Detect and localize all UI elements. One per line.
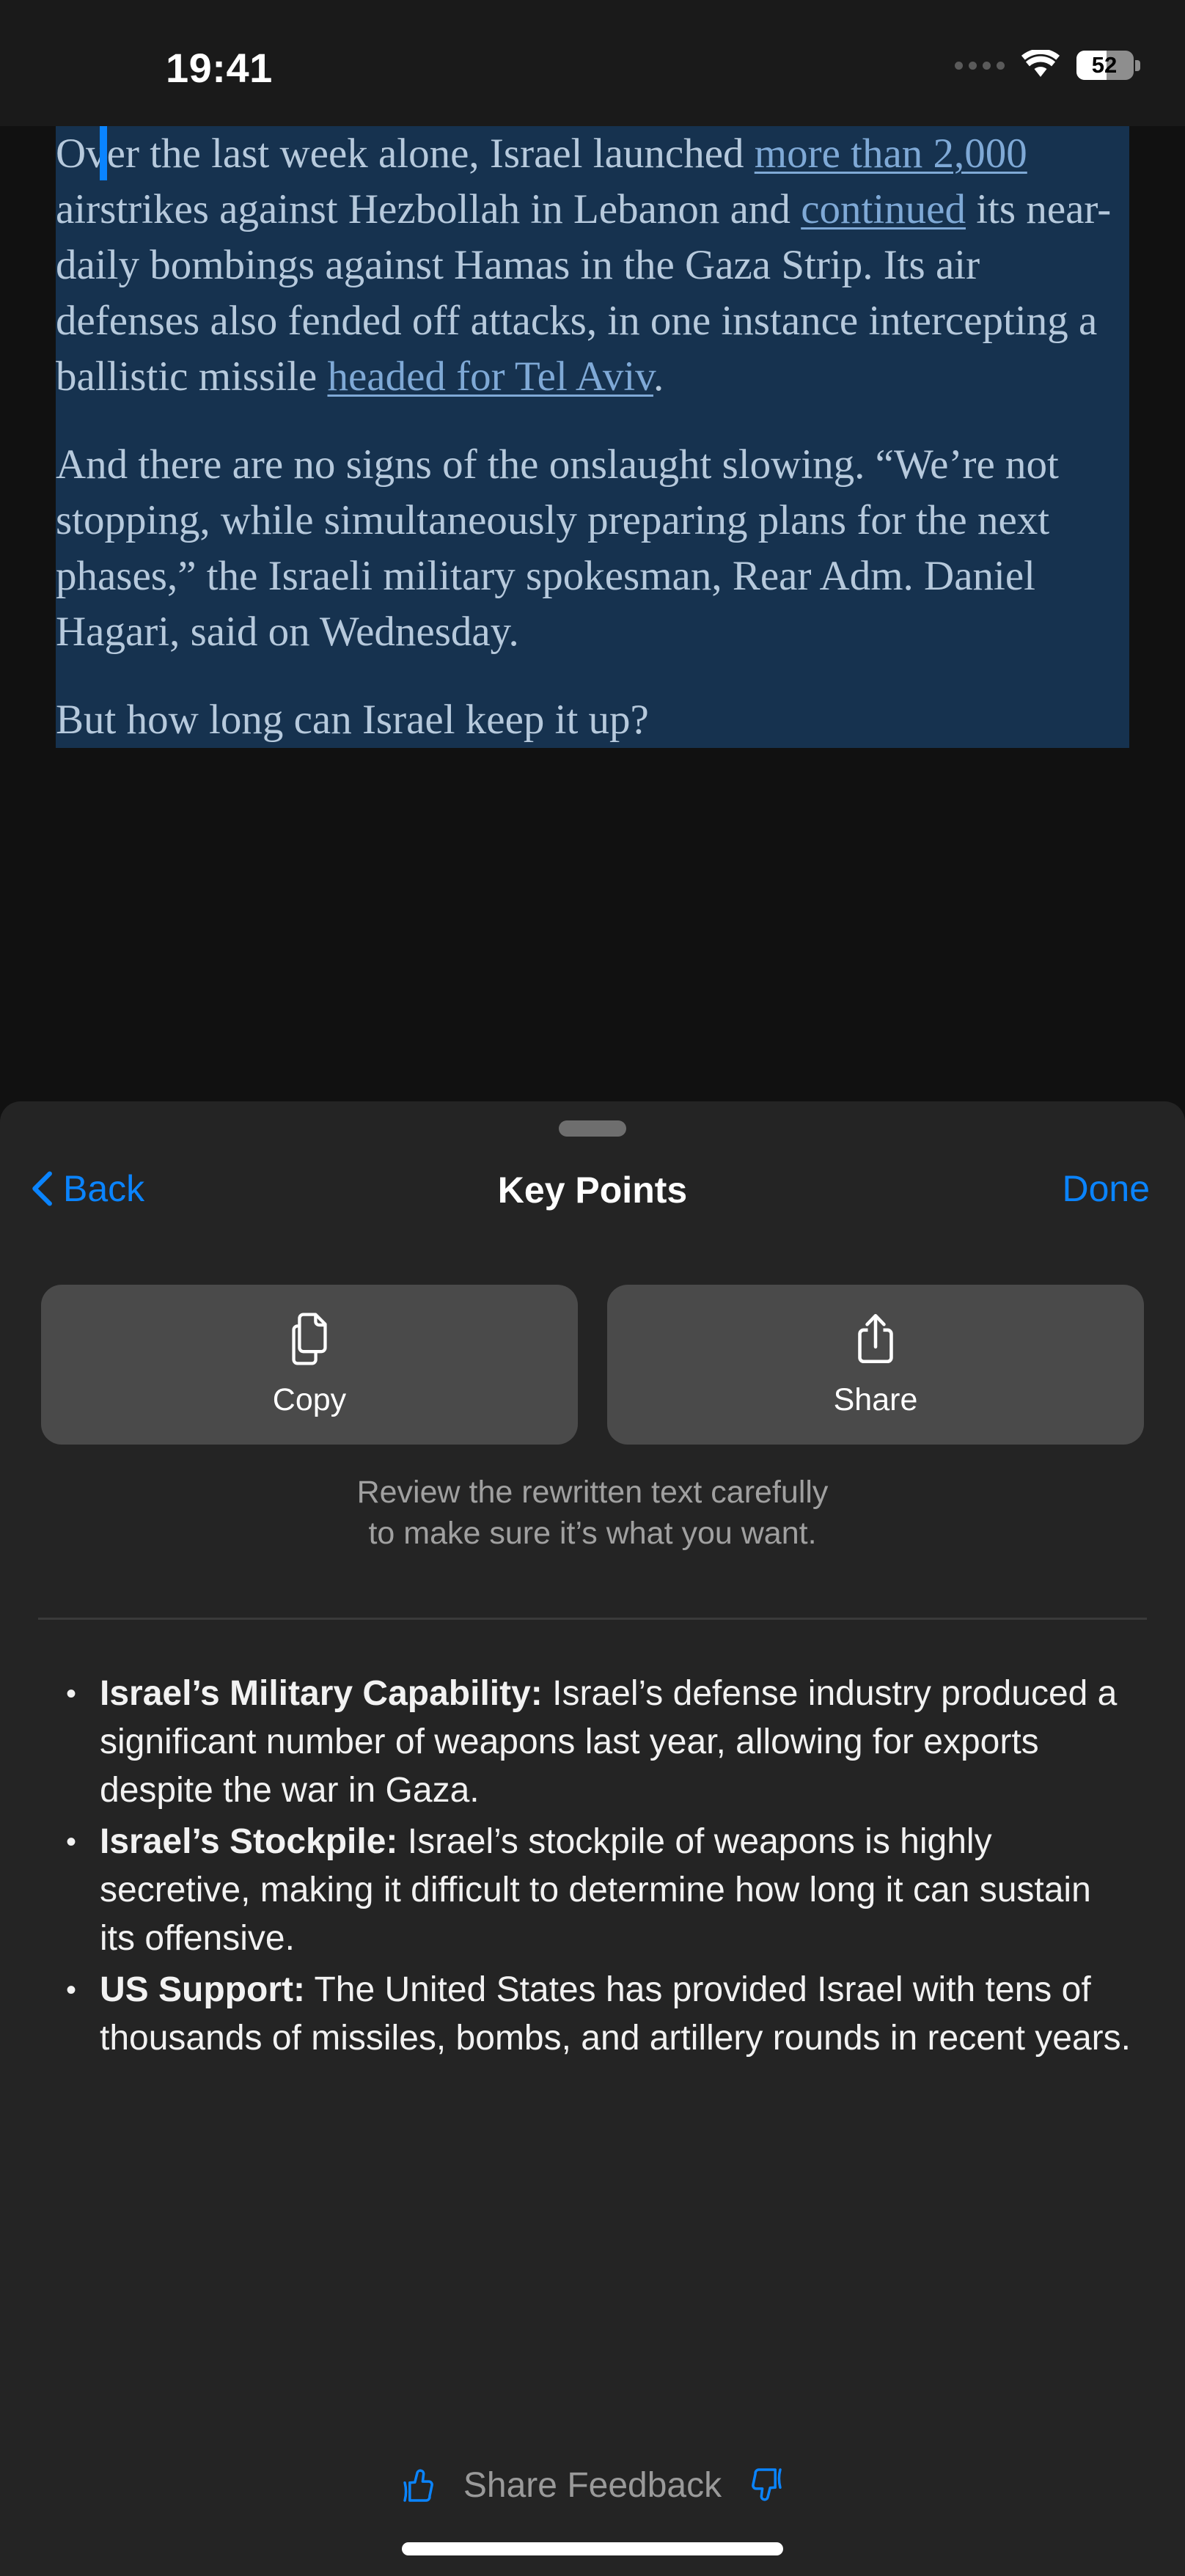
thumbs-down-icon[interactable]: [746, 2465, 788, 2506]
disclaimer-line-2: to make sure it’s what you want.: [368, 1516, 817, 1551]
share-button-label: Share: [833, 1381, 918, 1417]
paragraph-run: But how long can Israel keep it up?: [56, 697, 649, 743]
status-bar-time: 19:41: [166, 45, 273, 91]
article-paragraph: Over the last week alone, Israel launche…: [56, 126, 1129, 405]
key-points-list: Israel’s Military Capability: Israel’s d…: [0, 1670, 1185, 2066]
battery-icon: 52: [1076, 51, 1140, 80]
list-item: Israel’s Stockpile: Israel’s stockpile o…: [66, 1818, 1134, 1963]
share-button[interactable]: Share: [607, 1285, 1144, 1445]
copy-button[interactable]: Copy: [41, 1285, 578, 1445]
feedback-bar: Share Feedback: [0, 2465, 1185, 2506]
key-points-sheet: Back Key Points Done Copy Share Review t…: [0, 1101, 1185, 2576]
paragraph-gap: [56, 405, 1129, 437]
paragraph-run: And there are no signs of the onslaught …: [56, 441, 1059, 655]
paragraph-gap: [56, 660, 1129, 692]
signal-dots-icon: [955, 61, 1005, 70]
sheet-title: Key Points: [497, 1170, 688, 1211]
copy-button-label: Copy: [272, 1381, 347, 1417]
paragraph-run: .: [653, 353, 664, 400]
status-bar: 19:41 52: [0, 0, 1185, 126]
article-paragraph: And there are no signs of the onslaught …: [56, 437, 1129, 660]
share-feedback-label[interactable]: Share Feedback: [463, 2465, 722, 2506]
key-point-heading: Israel’s Stockpile:: [100, 1822, 398, 1861]
divider: [38, 1618, 1147, 1620]
paragraph-run: Over the last week alone, Israel launche…: [56, 131, 755, 177]
sheet-grabber[interactable]: [559, 1120, 626, 1137]
disclaimer-line-1: Review the rewritten text carefully: [356, 1475, 829, 1510]
battery-level-label: 52: [1091, 52, 1118, 78]
phone-screen: 19:41 52 Over the last week alone, Israe…: [0, 0, 1185, 2576]
key-point-heading: Israel’s Military Capability:: [100, 1674, 543, 1713]
disclaimer-text: Review the rewritten text carefully to m…: [0, 1472, 1185, 1554]
article-content[interactable]: Over the last week alone, Israel launche…: [0, 126, 1185, 1109]
selection-start-handle[interactable]: [100, 126, 107, 180]
list-item: Israel’s Military Capability: Israel’s d…: [66, 1670, 1134, 1815]
key-point-heading: US Support:: [100, 1970, 305, 2009]
article-link[interactable]: more than 2,000: [755, 131, 1027, 177]
done-button[interactable]: Done: [1062, 1167, 1150, 1210]
article-link[interactable]: continued: [801, 186, 966, 232]
thumbs-up-icon[interactable]: [397, 2465, 439, 2506]
paragraph-run: airstrikes against Hezbollah in Lebanon …: [56, 186, 801, 232]
home-indicator: [402, 2542, 783, 2555]
sheet-actions: Copy Share: [0, 1285, 1185, 1445]
article-link[interactable]: headed for Tel Aviv: [327, 353, 653, 400]
list-item: US Support: The United States has provid…: [66, 1966, 1134, 2063]
article-paragraph: But how long can Israel keep it up?: [56, 692, 1129, 748]
wifi-icon: [1021, 50, 1060, 77]
share-icon: [858, 1313, 893, 1363]
sheet-header: Back Key Points Done: [0, 1159, 1185, 1239]
status-bar-indicators: 52: [955, 50, 1140, 81]
copy-icon: [292, 1312, 327, 1365]
